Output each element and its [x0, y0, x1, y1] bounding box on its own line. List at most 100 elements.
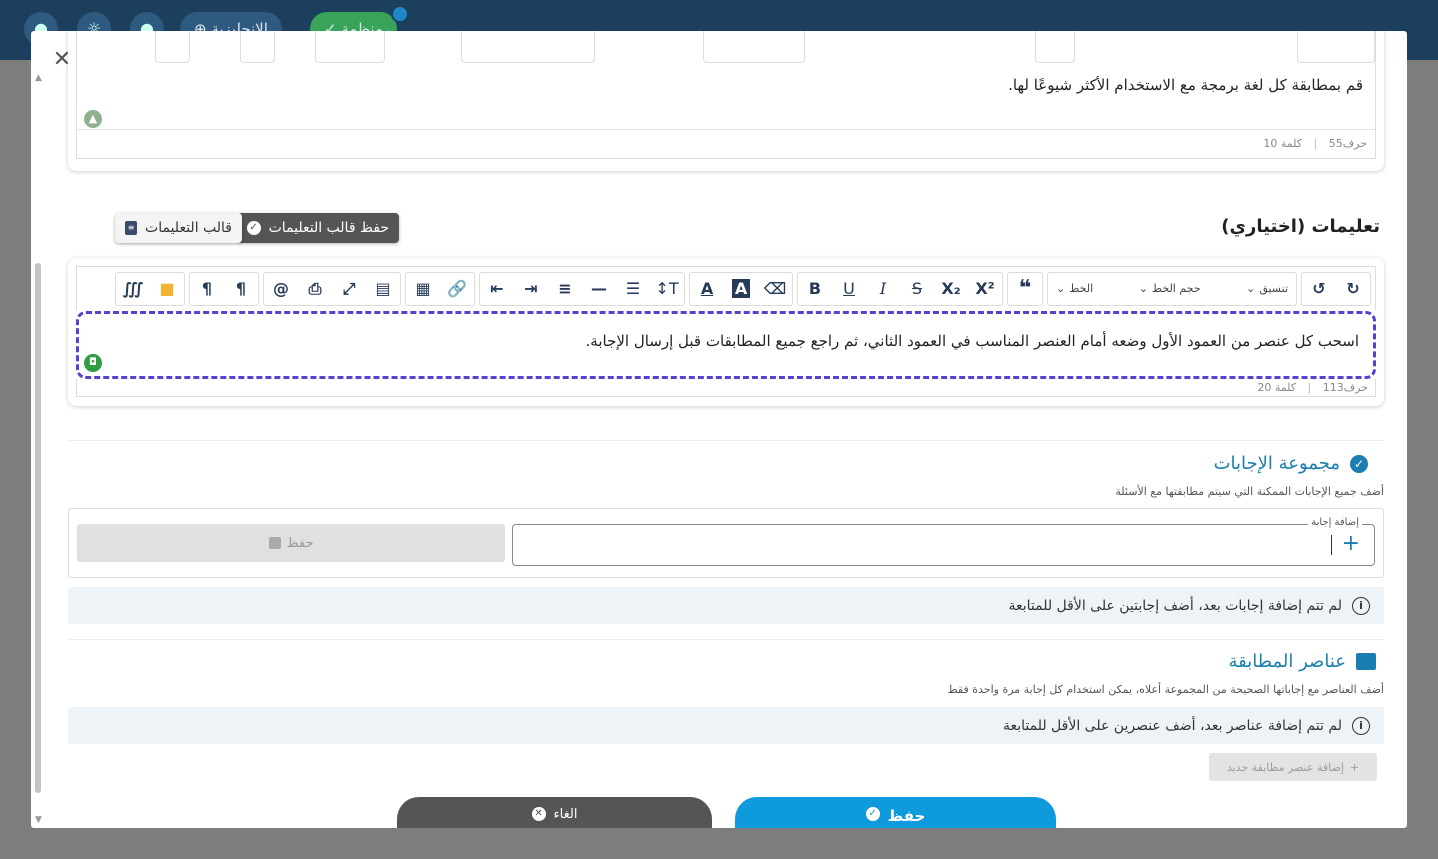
- word-count: كلمة 10: [1263, 137, 1302, 150]
- format-selects: تنسيق ⌄ حجم الخط ⌄ الخط ⌄: [1047, 271, 1297, 306]
- chevron-down-icon: ⌄: [1056, 282, 1066, 295]
- subscript-icon[interactable]: X₂: [934, 272, 968, 306]
- superscript-icon[interactable]: X²: [968, 272, 1002, 306]
- word-count: كلمة 20: [1257, 381, 1296, 394]
- size-select-label: حجم الخط: [1151, 282, 1201, 295]
- question-editor: قم بمطابقة كل لغة برمجة مع الاستخدام الأ…: [76, 31, 1376, 159]
- check-icon: ✓: [246, 221, 261, 235]
- scrollbar-thumb[interactable]: [35, 263, 41, 793]
- outdent-icon[interactable]: ⇤: [480, 272, 514, 306]
- direction-group: ¶ ¶: [189, 271, 259, 306]
- save-template-button[interactable]: حفظ قالب التعليمات ✓: [236, 213, 399, 243]
- style-select[interactable]: تنسيق ⌄: [1238, 272, 1296, 306]
- ordered-list-icon[interactable]: ☰: [616, 272, 650, 306]
- italic-icon[interactable]: I: [866, 272, 900, 306]
- special-chars-icon[interactable]: ∭: [116, 272, 150, 306]
- redo-icon[interactable]: ↻: [1336, 272, 1370, 306]
- font-select[interactable]: الخط ⌄: [1048, 272, 1101, 306]
- plus-icon[interactable]: +: [1342, 533, 1360, 555]
- chevron-down-icon: ⌄: [1138, 282, 1148, 295]
- toolbar-stub: [1035, 31, 1075, 63]
- indent-icon[interactable]: ⇥: [514, 272, 548, 306]
- instructions-title: تعليمات (اختياري): [1221, 216, 1380, 237]
- check-circle-icon: ✓: [1350, 454, 1368, 473]
- answer-input-label: إضافة إجابة: [1308, 517, 1362, 528]
- scroll-up-icon[interactable]: ▲: [35, 73, 42, 83]
- rtl-icon[interactable]: ¶: [224, 272, 258, 306]
- table-icon[interactable]: ▦: [406, 272, 440, 306]
- assistant-icon[interactable]: ◘: [84, 354, 102, 372]
- matching-empty-notice: i لم تتم إضافة عناصر بعد، أضف عنصرين على…: [68, 707, 1384, 744]
- folder-icon[interactable]: ■: [150, 272, 184, 306]
- matching-notice-text: لم تتم إضافة عناصر بعد، أضف عنصرين على ا…: [1002, 717, 1342, 734]
- cancel-button[interactable]: ✕ الغاء: [397, 797, 712, 828]
- layout-icon[interactable]: ▤: [366, 272, 400, 306]
- counter-frame: [76, 379, 1376, 397]
- paragraph-group: T↕ ☰ — ≡ ⇥ ⇤: [479, 271, 685, 306]
- toolbar-stub: [240, 31, 275, 63]
- size-select[interactable]: حجم الخط ⌄: [1131, 272, 1209, 306]
- document-icon: ≡: [125, 221, 138, 235]
- answers-heading: ✓ مجموعة الإجابات: [1214, 453, 1368, 474]
- question-editor-card: قم بمطابقة كل لغة برمجة مع الاستخدام الأ…: [68, 31, 1384, 171]
- chat-icon: [1356, 653, 1376, 670]
- save-icon: [268, 537, 281, 549]
- scroll-down-icon[interactable]: ▼: [35, 815, 42, 825]
- answer-input-box: إضافة إجابة + حفظ: [68, 508, 1384, 578]
- toolbar-stub: [703, 31, 805, 63]
- separator: |: [1307, 381, 1312, 394]
- toolbar-stub: [1297, 31, 1375, 63]
- editor-toolbar: ↻ ↺ تنسيق ⌄ حجم الخط ⌄ الخط ⌄ ❝ X² X₂ S I U: [76, 266, 1376, 310]
- info-icon: i: [1352, 596, 1370, 615]
- misc-group: ■ ∭: [115, 271, 185, 306]
- strikethrough-icon[interactable]: S: [900, 272, 934, 306]
- font-color-icon[interactable]: A: [690, 272, 724, 306]
- underline-icon[interactable]: U: [832, 272, 866, 306]
- view-group: ▤ ⤢ ⎙ @: [263, 271, 401, 306]
- section-divider: [68, 639, 1384, 640]
- modal-dialog: ✕ ▲ ▼ قم بمطابقة كل لغة برمجة مع الاستخد…: [31, 31, 1407, 828]
- eraser-icon[interactable]: ⌫: [758, 272, 792, 306]
- answer-input[interactable]: إضافة إجابة +: [512, 517, 1375, 566]
- modal-content: قم بمطابقة كل لغة برمجة مع الاستخدام الأ…: [68, 31, 1384, 828]
- horizontal-rule-icon[interactable]: —: [582, 272, 616, 306]
- answers-empty-notice: i لم تتم إضافة إجابات بعد، أضف إجابتين ع…: [68, 587, 1384, 624]
- link-icon[interactable]: 🔗: [440, 272, 474, 306]
- matching-title: عناصر المطابقة: [1228, 651, 1346, 672]
- plus-icon: +: [1349, 760, 1360, 774]
- ltr-icon[interactable]: ¶: [190, 272, 224, 306]
- bold-icon[interactable]: B: [798, 272, 832, 306]
- add-matching-item-button[interactable]: + إضافة عنصر مطابقة جديد: [1209, 753, 1377, 781]
- instructions-text[interactable]: اسحب كل عنصر من العمود الأول وضعه أمام ا…: [586, 332, 1359, 350]
- text-size-icon[interactable]: T↕: [650, 272, 684, 306]
- fullscreen-icon[interactable]: ⤢: [332, 272, 366, 306]
- save-button[interactable]: ✓ حفظ: [735, 797, 1056, 828]
- toolbar-stub: [461, 31, 595, 63]
- answers-subtitle: أضف جميع الإجابات الممكنة التي سيتم مطاب…: [1115, 485, 1384, 498]
- mention-icon[interactable]: @: [264, 272, 298, 306]
- color-group: ⌫ A A: [689, 271, 793, 306]
- quote-icon[interactable]: ❝: [1008, 272, 1042, 306]
- template-button[interactable]: قالب التعليمات ≡: [115, 213, 242, 243]
- style-select-label: تنسيق: [1259, 282, 1288, 295]
- undo-icon[interactable]: ↺: [1302, 272, 1336, 306]
- insert-group: 🔗 ▦: [405, 271, 475, 306]
- question-counter: حرف55 | كلمة 10: [1263, 137, 1367, 150]
- history-group: ↻ ↺: [1301, 271, 1371, 306]
- font-select-label: الخط: [1069, 282, 1094, 295]
- instructions-editor[interactable]: اسحب كل عنصر من العمود الأول وضعه أمام ا…: [76, 311, 1376, 379]
- save-label: حفظ: [887, 807, 926, 825]
- save-answer-button[interactable]: حفظ: [77, 524, 505, 562]
- save-template-label: حفظ قالب التعليمات: [268, 220, 389, 236]
- close-circle-icon: ✕: [531, 807, 546, 821]
- question-text[interactable]: قم بمطابقة كل لغة برمجة مع الاستخدام الأ…: [1008, 76, 1363, 94]
- char-count: حرف113: [1322, 381, 1368, 394]
- add-matching-label: إضافة عنصر مطابقة جديد: [1226, 760, 1344, 774]
- warning-icon[interactable]: ▲: [84, 110, 102, 128]
- align-icon[interactable]: ≡: [548, 272, 582, 306]
- print-icon[interactable]: ⎙: [298, 272, 332, 306]
- cancel-label: الغاء: [553, 807, 578, 822]
- highlight-color-icon[interactable]: A: [724, 272, 758, 306]
- scrollbar[interactable]: ▲ ▼: [33, 73, 43, 825]
- answers-notice-text: لم تتم إضافة إجابات بعد، أضف إجابتين على…: [1008, 597, 1342, 614]
